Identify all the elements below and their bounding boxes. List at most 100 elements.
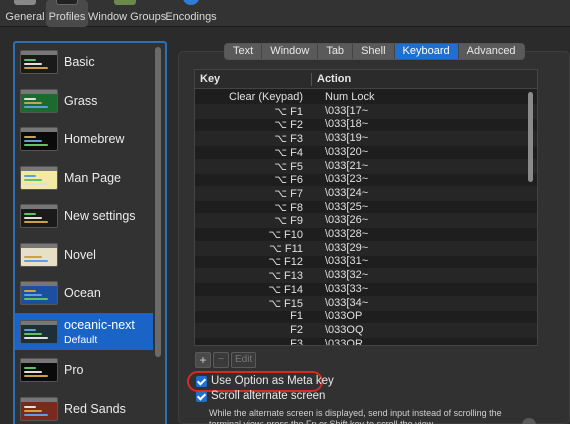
key-cell: ⌥ F15 bbox=[268, 297, 303, 310]
tab-window[interactable]: Window bbox=[262, 44, 319, 59]
thumbnail-text-line bbox=[24, 174, 36, 177]
thumbnail-text-line bbox=[24, 332, 42, 335]
key-cell: ⌥ F4 bbox=[274, 146, 303, 159]
thumbnail-text-line bbox=[24, 251, 36, 254]
thumbnail-text-line bbox=[24, 136, 36, 138]
profile-list-scrollbar[interactable] bbox=[155, 47, 161, 357]
profile-name: Pro bbox=[64, 363, 84, 377]
profile-thumbnail bbox=[20, 50, 58, 74]
profile-thumbnail bbox=[20, 165, 58, 190]
window-icon bbox=[114, 0, 136, 5]
scroll-alternate-checkbox-row[interactable]: Scroll alternate screen bbox=[196, 389, 325, 403]
thumbnail-titlebar bbox=[21, 397, 57, 402]
toolbar-profiles[interactable]: Profiles bbox=[46, 0, 88, 27]
thumbnail-text-line bbox=[24, 105, 48, 108]
thumbnail-text-line bbox=[24, 97, 36, 100]
profile-item[interactable]: Basic bbox=[15, 43, 153, 80]
profile-list[interactable]: Basic Grass Homebrew Man Page New settings No… bbox=[13, 41, 167, 424]
action-cell: \033[19~ bbox=[325, 132, 369, 145]
profile-item[interactable]: Pro bbox=[15, 351, 153, 388]
profile-item[interactable]: Grass bbox=[15, 82, 153, 119]
use-option-meta-checkbox-row[interactable]: Use Option as Meta key bbox=[196, 374, 334, 388]
remove-key-button[interactable]: − bbox=[213, 352, 229, 368]
profile-item[interactable]: New settings bbox=[15, 197, 153, 234]
thumbnail-titlebar bbox=[21, 89, 57, 94]
profile-item[interactable]: Homebrew bbox=[15, 120, 153, 157]
table-row[interactable]: F3 \033OR bbox=[195, 337, 537, 345]
thumbnail-text-line bbox=[24, 290, 36, 292]
thumbnail-titlebar bbox=[21, 243, 57, 248]
table-button-bar: + − Edit bbox=[195, 352, 257, 368]
key-cell: F2 bbox=[290, 323, 303, 336]
key-cell: ⌥ F1 bbox=[274, 105, 303, 118]
profile-name: Basic bbox=[64, 55, 95, 69]
action-cell: \033[31~ bbox=[325, 255, 369, 268]
action-cell: \033[21~ bbox=[325, 159, 369, 172]
profile-thumbnail bbox=[20, 281, 58, 305]
action-cell: \033[28~ bbox=[325, 228, 369, 240]
thumbnail-titlebar bbox=[21, 51, 57, 55]
key-cell: ⌥ F6 bbox=[274, 174, 303, 187]
thumbnail-text-line bbox=[24, 367, 36, 369]
thumbnail-titlebar bbox=[21, 166, 57, 171]
thumbnail-text-line bbox=[24, 405, 36, 408]
key-cell: ⌥ F8 bbox=[274, 201, 303, 214]
profile-name: New settings bbox=[64, 209, 136, 223]
column-header-action[interactable]: Action bbox=[317, 73, 351, 85]
key-cell: ⌥ F5 bbox=[274, 160, 303, 173]
thumbnail-titlebar bbox=[21, 320, 57, 325]
thumbnail-text-line bbox=[24, 375, 48, 377]
thumbnail-text-line bbox=[24, 413, 48, 416]
key-cell: ⌥ F13 bbox=[268, 270, 303, 283]
thumbnail-text-line bbox=[24, 298, 48, 300]
scroll-alternate-description: While the alternate screen is displayed,… bbox=[209, 408, 502, 424]
key-cell: ⌥ F7 bbox=[274, 187, 303, 200]
tab-shell[interactable]: Shell bbox=[353, 44, 395, 59]
profile-name: Ocean bbox=[64, 286, 101, 300]
thumbnail-text-line bbox=[24, 144, 48, 146]
thumbnail-text-line bbox=[24, 178, 42, 181]
profile-item[interactable]: oceanic-next Default bbox=[15, 312, 153, 350]
key-cell: ⌥ F14 bbox=[268, 283, 303, 296]
action-cell: \033[23~ bbox=[325, 173, 369, 186]
thumbnail-text-line bbox=[24, 213, 36, 215]
switch-icon bbox=[14, 0, 36, 5]
thumbnail-text-line bbox=[24, 101, 42, 104]
action-cell: \033[34~ bbox=[325, 296, 369, 309]
key-cell: ⌥ F12 bbox=[268, 256, 303, 269]
key-cell: F1 bbox=[290, 310, 303, 323]
keys-table[interactable]: Key Action Clear (Keypad) Num Lock ⌥ F1 \03… bbox=[194, 69, 538, 346]
add-key-button[interactable]: + bbox=[195, 352, 211, 368]
action-cell: \033[32~ bbox=[325, 269, 369, 282]
use-option-meta-checkbox[interactable] bbox=[196, 375, 207, 387]
key-cell: ⌥ F9 bbox=[274, 215, 303, 228]
toolbar-window-groups[interactable]: Window Groups bbox=[88, 0, 166, 27]
tab-advanced[interactable]: Advanced bbox=[459, 44, 524, 59]
tab-keyboard[interactable]: Keyboard bbox=[394, 44, 459, 59]
thumbnail-text-line bbox=[24, 221, 48, 223]
toolbar-general[interactable]: General bbox=[4, 0, 46, 27]
profile-item[interactable]: Ocean bbox=[15, 274, 153, 311]
action-cell: \033[20~ bbox=[325, 145, 369, 158]
column-header-key[interactable]: Key bbox=[200, 73, 220, 85]
key-cell: Clear (Keypad) bbox=[229, 91, 303, 103]
toolbar-encodings[interactable]: Encodings bbox=[164, 0, 218, 27]
tab-tab[interactable]: Tab bbox=[318, 44, 354, 59]
thumbnail-text-line bbox=[24, 217, 42, 219]
thumbnail-text-line bbox=[24, 182, 48, 185]
thumbnail-text-line bbox=[24, 328, 36, 331]
thumbnail-text-line bbox=[24, 140, 42, 142]
thumbnail-text-line bbox=[24, 371, 42, 373]
globe-icon bbox=[183, 0, 199, 5]
tab-text[interactable]: Text bbox=[225, 44, 263, 59]
thumbnail-text-line bbox=[24, 336, 48, 339]
profile-thumbnail bbox=[20, 127, 58, 151]
profile-item[interactable]: Novel bbox=[15, 236, 153, 273]
profile-name: Man Page bbox=[64, 170, 121, 185]
thumbnail-titlebar bbox=[21, 282, 57, 286]
scroll-alternate-checkbox[interactable] bbox=[196, 390, 207, 402]
profile-item[interactable]: Red Sands bbox=[15, 390, 153, 424]
keys-table-scrollbar[interactable] bbox=[528, 92, 533, 182]
edit-key-button[interactable]: Edit bbox=[231, 352, 257, 368]
profile-item[interactable]: Man Page bbox=[15, 159, 153, 196]
